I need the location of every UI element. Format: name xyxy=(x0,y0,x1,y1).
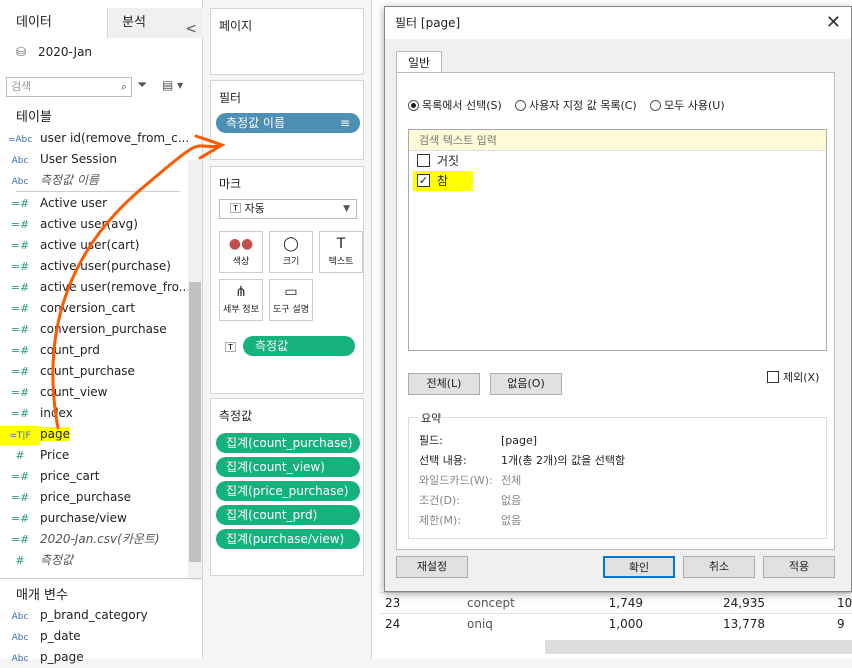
radio-use-all[interactable]: 모두 사용(U) xyxy=(650,97,725,113)
summary-row: 제한(M): 없음 xyxy=(419,512,521,528)
summary-key: 제한(M): xyxy=(419,514,462,527)
summary-key: 와일드카드(W): xyxy=(419,474,493,487)
radio-label: 목록에서 선택(S) xyxy=(422,99,502,112)
dialog-titlebar: 필터 [page] ✕ xyxy=(385,7,851,39)
summary-value: 없음 xyxy=(501,514,522,527)
radio-unchecked xyxy=(515,100,526,111)
list-search-input[interactable]: 검색 텍스트 입력 xyxy=(409,130,826,151)
summary-row: 조건(D): 없음 xyxy=(419,492,521,508)
checkbox-unchecked xyxy=(767,371,779,383)
exclude-label: 제외(X) xyxy=(783,371,820,384)
list-item-label: 거짓 xyxy=(437,154,460,168)
summary-row: 필드: [page] xyxy=(419,432,537,448)
radio-label: 사용자 지정 값 목록(C) xyxy=(529,99,637,112)
dialog-title: 필터 [page] xyxy=(395,16,461,30)
tab-general[interactable]: 일반 xyxy=(396,51,442,73)
summary-box: 요약 필드: [page] 선택 내용: 1개(총 2개)의 값을 선택함와일드카드(… xyxy=(408,410,827,539)
radio-custom-list[interactable]: 사용자 지정 값 목록(C) xyxy=(515,97,637,113)
apply-button[interactable]: 적용 xyxy=(763,556,835,578)
summary-value: 전체 xyxy=(501,474,522,487)
filter-dialog: 필터 [page] ✕ 일반 목록에서 선택(S) 사용자 지정 값 목록(C)… xyxy=(384,6,852,592)
value-list: 검색 텍스트 입력 거짓 ✓ 참 xyxy=(408,129,827,351)
checkbox-checked[interactable]: ✓ xyxy=(417,174,430,187)
summary-key: 선택 내용: xyxy=(419,454,467,467)
radio-label: 모두 사용(U) xyxy=(664,99,725,112)
checkbox-unchecked[interactable] xyxy=(417,154,430,167)
select-none-button[interactable]: 없음(O) xyxy=(490,373,562,395)
summary-header: 요약 xyxy=(419,410,444,426)
radio-checked xyxy=(408,100,419,111)
list-item[interactable]: ✓ 참 xyxy=(413,171,473,191)
radio-unchecked xyxy=(650,100,661,111)
ok-button[interactable]: 확인 xyxy=(603,556,675,578)
radio-select-from-list[interactable]: 목록에서 선택(S) xyxy=(408,97,502,113)
select-all-button[interactable]: 전체(L) xyxy=(408,373,480,395)
summary-row: 와일드카드(W): 전체 xyxy=(419,472,521,488)
list-item-label: 참 xyxy=(437,174,449,188)
summary-row: 선택 내용: 1개(총 2개)의 값을 선택함 xyxy=(419,452,625,468)
exclude-checkbox[interactable]: 제외(X) xyxy=(767,369,819,385)
list-item[interactable]: 거짓 xyxy=(409,151,826,171)
summary-key: 필드: xyxy=(419,434,443,447)
close-icon[interactable]: ✕ xyxy=(826,7,841,39)
summary-key: 조건(D): xyxy=(419,494,460,507)
list-items: 거짓 ✓ 참 xyxy=(409,151,826,191)
summary-value: 없음 xyxy=(501,494,522,507)
summary-value: 1개(총 2개)의 값을 선택함 xyxy=(501,454,626,467)
dialog-body: 목록에서 선택(S) 사용자 지정 값 목록(C) 모두 사용(U) 검색 텍스… xyxy=(396,72,835,550)
reset-button[interactable]: 재설정 xyxy=(396,556,468,578)
cancel-button[interactable]: 취소 xyxy=(683,556,755,578)
summary-value: [page] xyxy=(501,434,538,447)
